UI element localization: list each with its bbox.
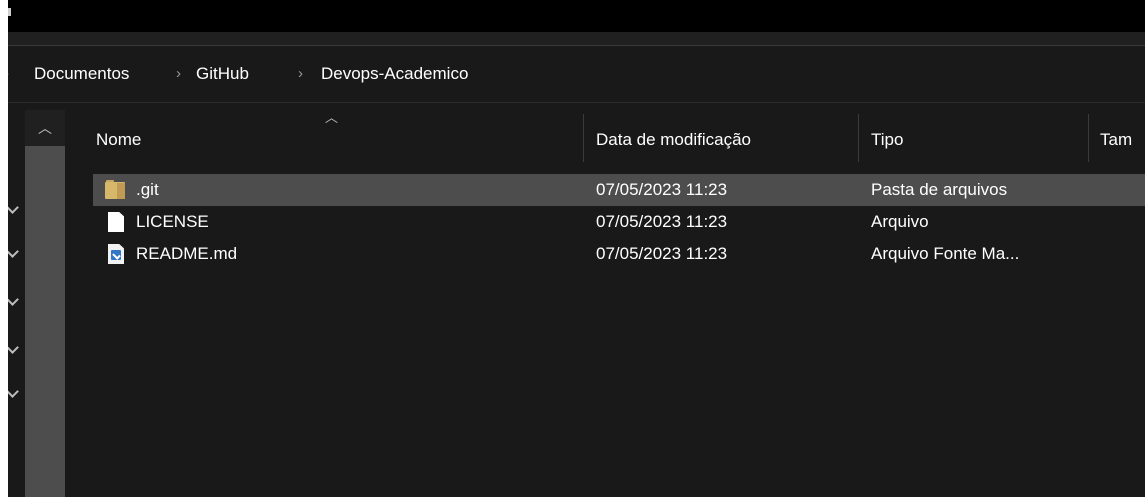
file-row-license[interactable]: LICENSE 07/05/2023 11:23 Arquivo xyxy=(93,206,1145,238)
file-name: .git xyxy=(136,180,159,199)
column-header: Nome ︿ Data de modificação Tipo Tam xyxy=(65,110,1145,166)
file-modified: 07/05/2023 11:23 xyxy=(596,212,728,231)
file-modified: 07/05/2023 11:23 xyxy=(596,180,728,199)
column-divider[interactable] xyxy=(1088,114,1089,162)
navigation-pane xyxy=(8,103,25,497)
column-type-header[interactable]: Tipo xyxy=(871,110,903,166)
title-bar xyxy=(8,0,1145,32)
address-bar[interactable]: › Documentos › GitHub › Devops-Academico xyxy=(8,46,1145,102)
file-row-git[interactable]: .git 07/05/2023 11:23 Pasta de arquivos xyxy=(93,174,1145,206)
file-icon xyxy=(105,211,127,233)
file-list: Nome ︿ Data de modificação Tipo Tam .git… xyxy=(65,110,1145,497)
markdown-file-icon xyxy=(105,243,127,265)
file-name: LICENSE xyxy=(136,212,209,231)
navigation-scrollbar[interactable]: ︿ xyxy=(25,110,65,497)
folder-icon xyxy=(105,179,127,201)
column-divider[interactable] xyxy=(583,114,584,162)
breadcrumb-github[interactable]: GitHub xyxy=(196,46,249,102)
file-modified: 07/05/2023 11:23 xyxy=(596,244,728,263)
file-name: README.md xyxy=(136,244,238,263)
breadcrumb-documentos[interactable]: Documentos xyxy=(34,46,129,102)
file-type: Arquivo xyxy=(871,212,929,231)
breadcrumb-chevron-icon[interactable]: › xyxy=(298,46,303,102)
pin-icon[interactable] xyxy=(8,385,19,398)
breadcrumb-chevron-icon[interactable]: › xyxy=(176,46,181,102)
divider xyxy=(8,102,1145,103)
sort-ascending-icon: ︿ xyxy=(325,110,339,125)
scroll-up-icon[interactable]: ︿ xyxy=(25,110,65,146)
file-row-readme[interactable]: README.md 07/05/2023 11:23 Arquivo Fonte… xyxy=(93,238,1145,270)
column-modified-header[interactable]: Data de modificação xyxy=(596,110,751,166)
pin-icon[interactable] xyxy=(8,293,19,306)
column-size-header[interactable]: Tam xyxy=(1100,110,1132,166)
breadcrumb-overflow-icon[interactable]: › xyxy=(8,46,9,102)
title-bar-edge xyxy=(8,8,11,16)
file-explorer-window: › Documentos › GitHub › Devops-Academico… xyxy=(8,0,1145,497)
scrollbar-thumb[interactable] xyxy=(25,146,65,497)
file-type: Arquivo Fonte Ma... xyxy=(871,244,1020,263)
column-divider[interactable] xyxy=(858,114,859,162)
breadcrumb-devops-academico[interactable]: Devops-Academico xyxy=(321,46,468,102)
ribbon-strip xyxy=(8,32,1145,45)
file-type: Pasta de arquivos xyxy=(871,180,1008,199)
column-name-header[interactable]: Nome xyxy=(96,110,141,166)
pin-icon[interactable] xyxy=(8,245,19,258)
pin-icon[interactable] xyxy=(8,201,19,214)
pin-icon[interactable] xyxy=(8,341,19,354)
